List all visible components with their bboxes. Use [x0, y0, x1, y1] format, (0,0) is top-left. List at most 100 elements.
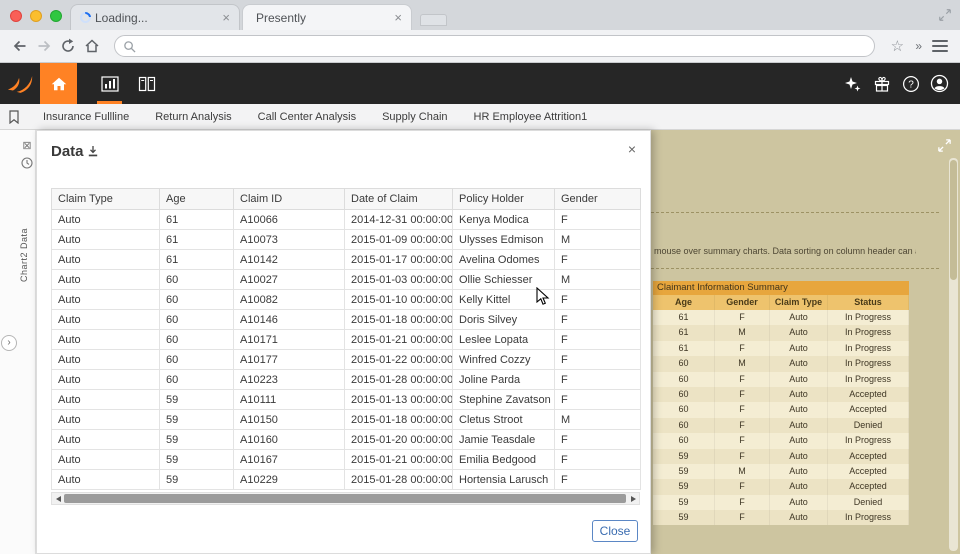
nav-tab[interactable]: Call Center Analysis [245, 111, 369, 123]
table-row[interactable]: Auto 59 A10150 2015-01-18 00:00:00 Cletus St… [51, 409, 641, 430]
browser-toolbar: ☆ » [0, 30, 960, 63]
tab-close-icon[interactable]: × [222, 10, 230, 25]
table-row[interactable]: Auto 60 A10082 2015-01-10 00:00:00 Kelly Kit… [51, 289, 641, 310]
help-icon: ? [902, 75, 919, 92]
download-icon[interactable] [87, 145, 99, 158]
panel-expander-button[interactable]: › [1, 335, 17, 351]
book-icon [138, 76, 155, 91]
clock-icon[interactable] [20, 156, 34, 170]
app-help-button[interactable]: ? [896, 63, 925, 104]
address-input[interactable] [136, 37, 875, 55]
app-assistant-button[interactable] [838, 63, 867, 104]
scrollbar-thumb[interactable] [64, 494, 626, 503]
app-home-button[interactable] [40, 63, 77, 104]
table-cell: F [554, 449, 641, 470]
home-button[interactable] [80, 34, 104, 58]
nav-tab[interactable]: Return Analysis [142, 111, 244, 123]
bookmark-icon[interactable] [8, 109, 20, 124]
window-resize-icon[interactable] [938, 8, 952, 22]
new-tab-button[interactable] [420, 14, 447, 26]
summary-column-header[interactable]: Age [653, 295, 715, 310]
table-cell: F [554, 429, 641, 450]
table-cell: A10223 [233, 369, 345, 390]
app-profile-button[interactable] [925, 63, 954, 104]
summary-column-header[interactable]: Status [828, 295, 909, 310]
modal-close-icon[interactable]: × [628, 141, 636, 157]
expand-icon[interactable] [937, 138, 952, 153]
remove-data-icon[interactable]: ⊠ [20, 138, 34, 152]
column-header[interactable]: Claim Type [51, 188, 160, 210]
table-cell: Auto [51, 289, 160, 310]
table-row[interactable]: Auto 59 A10167 2015-01-21 00:00:00 Emilia Be… [51, 449, 641, 470]
right-scrollbar[interactable] [949, 158, 958, 551]
table-cell: 60 [159, 269, 234, 290]
loading-spinner-icon [77, 9, 94, 26]
app-reports-button[interactable] [91, 63, 128, 104]
forward-button[interactable] [32, 34, 56, 58]
summary-row: 59 M Auto Accepted [653, 463, 909, 480]
table-row[interactable]: Auto 61 A10073 2015-01-09 00:00:00 Ulysses E… [51, 229, 641, 250]
column-header[interactable]: Claim ID [233, 188, 345, 210]
minimize-window-button[interactable] [30, 10, 42, 22]
summary-cell: M [715, 463, 770, 480]
user-icon [930, 74, 949, 93]
scroll-right-arrow[interactable] [627, 493, 639, 504]
column-header[interactable]: Policy Holder [452, 188, 555, 210]
table-row[interactable]: Auto 60 A10146 2015-01-18 00:00:00 Doris Sil… [51, 309, 641, 330]
table-row[interactable]: Auto 60 A10177 2015-01-22 00:00:00 Winfred C… [51, 349, 641, 370]
table-row[interactable]: Auto 60 A10027 2015-01-03 00:00:00 Ollie Sch… [51, 269, 641, 290]
scroll-left-arrow[interactable] [52, 493, 64, 504]
column-header[interactable]: Date of Claim [344, 188, 453, 210]
app-whats-new-button[interactable] [867, 63, 896, 104]
table-row[interactable]: Auto 59 A10111 2015-01-13 00:00:00 Stephine … [51, 389, 641, 410]
toolbar-overflow-icon[interactable]: » [915, 39, 922, 53]
scrollbar-thumb[interactable] [950, 160, 957, 280]
table-cell: Auto [51, 369, 160, 390]
summary-row: 61 M Auto In Progress [653, 325, 909, 341]
nav-tab[interactable]: Insurance Fullline [30, 111, 142, 123]
reload-button[interactable] [56, 34, 80, 58]
table-row[interactable]: Auto 61 A10142 2015-01-17 00:00:00 Avelina O… [51, 249, 641, 270]
table-row[interactable]: Auto 59 A10229 2015-01-28 00:00:00 Hortensia… [51, 469, 641, 490]
summary-cell: F [715, 494, 770, 511]
table-cell: 2015-01-28 00:00:00 [344, 369, 453, 390]
nav-tab[interactable]: HR Employee Attrition1 [461, 111, 601, 123]
table-row[interactable]: Auto 59 A10160 2015-01-20 00:00:00 Jamie Tea… [51, 429, 641, 450]
table-cell: 2015-01-21 00:00:00 [344, 329, 453, 350]
menu-button[interactable] [928, 34, 952, 58]
zoom-window-button[interactable] [50, 10, 62, 22]
summary-cell: 61 [653, 340, 715, 357]
table-row[interactable]: Auto 61 A10066 2014-12-31 00:00:00 Kenya Mod… [51, 209, 641, 230]
tab-close-icon[interactable]: × [394, 10, 402, 25]
summary-row: 60 F Auto In Progress [653, 371, 909, 387]
close-button[interactable]: Close [592, 520, 638, 542]
column-header[interactable]: Age [159, 188, 234, 210]
table-cell: 59 [159, 429, 234, 450]
table-cell: A10027 [233, 269, 345, 290]
table-cell: F [554, 469, 641, 490]
nav-tab[interactable]: Supply Chain [369, 111, 460, 123]
summary-cell: 61 [653, 325, 715, 341]
table-row[interactable]: Auto 60 A10223 2015-01-28 00:00:00 Joline Pa… [51, 369, 641, 390]
browser-tab-presently[interactable]: Presently × [242, 4, 412, 30]
summary-table: Claimant Information Summary Age Gender Cl… [653, 281, 909, 526]
browser-tab-loading[interactable]: Loading... × [70, 4, 240, 30]
summary-cell: In Progress [828, 325, 909, 341]
back-button[interactable] [8, 34, 32, 58]
table-row[interactable]: Auto 60 A10171 2015-01-21 00:00:00 Leslee Lo… [51, 329, 641, 350]
address-bar[interactable] [114, 35, 876, 57]
summary-cell: Auto [770, 371, 828, 387]
summary-column-header[interactable]: Gender [715, 295, 770, 310]
close-window-button[interactable] [10, 10, 22, 22]
table-cell: Cletus Stroot [452, 409, 555, 430]
bookmark-star-icon[interactable]: ☆ [885, 34, 909, 58]
summary-cell: 59 [653, 463, 715, 480]
app-explore-button[interactable] [128, 63, 165, 104]
table-cell: 2015-01-21 00:00:00 [344, 449, 453, 470]
summary-column-header[interactable]: Claim Type [770, 295, 828, 310]
column-header[interactable]: Gender [554, 188, 641, 210]
table-cell: M [554, 409, 641, 430]
table-cell: 59 [159, 389, 234, 410]
horizontal-scrollbar[interactable] [51, 492, 640, 505]
table-cell: A10066 [233, 209, 345, 230]
